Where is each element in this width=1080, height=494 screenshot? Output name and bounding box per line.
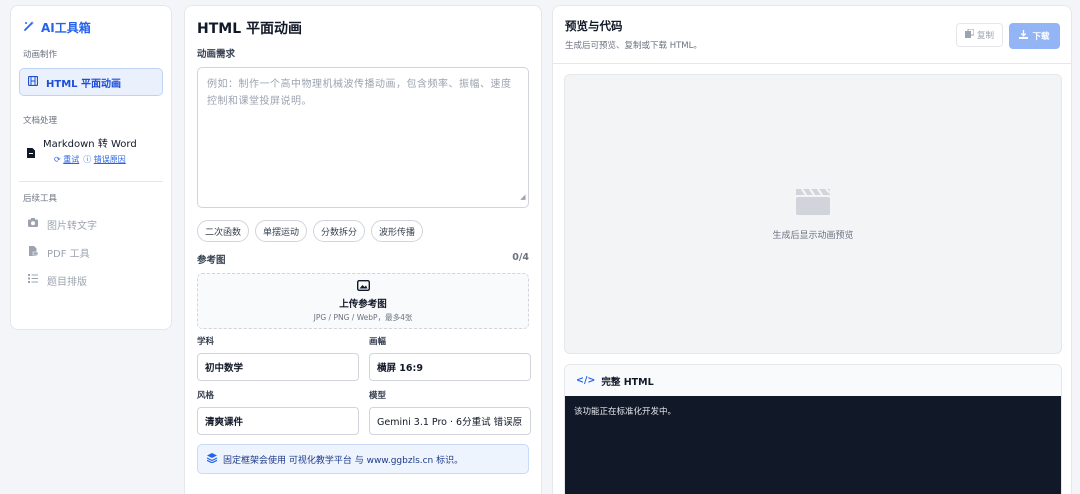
- copy-button[interactable]: 复制: [956, 23, 1003, 47]
- retry-link[interactable]: ⟳ 重试: [54, 154, 79, 165]
- brand[interactable]: AI工具箱: [23, 16, 163, 38]
- sidebar-item-label: 图片转文字: [47, 220, 97, 232]
- subject-label: 学科: [197, 337, 215, 347]
- image-icon: [356, 279, 370, 294]
- code-title: 完整 HTML: [601, 376, 654, 388]
- requirement-textarea[interactable]: 例如：制作一个高中物理机械波传播动画，包含频率、振幅、速度控制和课堂投屏说明。 …: [197, 67, 529, 208]
- sidebar-item-label: 题目排版: [47, 276, 87, 288]
- download-icon: [1019, 30, 1029, 42]
- style-label: 风格: [197, 391, 215, 401]
- sidebar-item-label: HTML 平面动画: [46, 78, 121, 90]
- code-card: </> 完整 HTML 该功能正在标准化开发中。: [564, 364, 1062, 494]
- sidebar-item-label: Markdown 转 Word: [43, 139, 137, 150]
- preview-panel: 预览与代码 生成后可预览、复制或下载 HTML。 复制 下载 生成后显示动画预览: [552, 5, 1072, 494]
- animation-preview-area: 生成后显示动画预览: [564, 74, 1062, 354]
- page-title: HTML 平面动画: [197, 21, 302, 37]
- sidebar-item-label: PDF 工具: [47, 248, 90, 260]
- chip-wave-propagation[interactable]: 波形传播: [371, 220, 424, 242]
- download-button[interactable]: 下载: [1009, 23, 1060, 49]
- copy-label: 复制: [976, 31, 994, 41]
- sidebar-item-question-layout: 题目排版: [19, 266, 163, 294]
- sidebar: AI工具箱 动画制作 HTML 平面动画 文档处理 Markdown 转 Wor…: [10, 5, 172, 330]
- reference-count: 0/4: [512, 252, 529, 263]
- camera-icon: [27, 218, 39, 230]
- preview-placeholder: 生成后显示动画预览: [772, 231, 854, 241]
- divider: [19, 181, 163, 182]
- section-animation: 动画制作: [23, 50, 58, 60]
- brand-title: AI工具箱: [41, 20, 91, 35]
- word-file-icon: [27, 148, 35, 165]
- style-select[interactable]: 清爽课件: [197, 407, 359, 435]
- animation-form: HTML 平面动画 动画需求 例如：制作一个高中物理机械波传播动画，包含频率、振…: [184, 5, 542, 494]
- framework-notice: 固定框架会使用 可视化教学平台 与 www.ggbzls.cn 标识。: [197, 444, 529, 474]
- ratio-label: 画幅: [369, 337, 387, 347]
- download-label: 下载: [1032, 32, 1050, 42]
- upload-reference-dropzone[interactable]: 上传参考图 JPG / PNG / WebP，最多4张: [197, 273, 529, 329]
- list-icon: [27, 274, 39, 286]
- code-output[interactable]: 该功能正在标准化开发中。: [565, 396, 1061, 494]
- chip-pendulum-motion[interactable]: 单摆运动: [255, 220, 308, 242]
- section-docs: 文档处理: [23, 116, 58, 126]
- code-icon: </>: [576, 375, 596, 386]
- resize-handle-icon[interactable]: ◢: [520, 189, 526, 206]
- sidebar-item-image-to-text: 图片转文字: [19, 210, 163, 238]
- requirement-label: 动画需求: [197, 49, 236, 60]
- model-label: 模型: [369, 391, 387, 401]
- requirement-placeholder: 例如：制作一个高中物理机械波传播动画，包含频率、振幅、速度控制和课堂投屏说明。: [207, 79, 512, 107]
- sidebar-item-pdf-tools: PDF 工具: [19, 238, 163, 266]
- error-reason-link[interactable]: ⓘ 错误原因: [83, 154, 126, 165]
- ratio-select[interactable]: 横屏 16:9: [369, 353, 531, 381]
- code-text: 该功能正在标准化开发中。: [574, 407, 677, 417]
- sidebar-item-markdown-to-word[interactable]: Markdown 转 Word ⟳ 重试 ⓘ 错误原因: [19, 138, 163, 165]
- pdf-file-icon: [27, 245, 39, 259]
- film-icon: [27, 75, 39, 89]
- clapperboard-icon: [796, 187, 831, 218]
- sidebar-item-html-animation[interactable]: HTML 平面动画: [19, 68, 163, 96]
- section-later: 后续工具: [23, 194, 58, 204]
- model-select[interactable]: Gemini 3.1 Pro · 6分重试 错误原: [369, 407, 531, 435]
- notice-text: 固定框架会使用 可视化教学平台 与 www.ggbzls.cn 标识。: [223, 455, 464, 466]
- upload-hint: JPG / PNG / WebP，最多4张: [313, 312, 413, 322]
- upload-title: 上传参考图: [339, 298, 387, 310]
- reference-image-label: 参考图: [197, 255, 226, 266]
- magic-wand-icon: [23, 20, 35, 35]
- chip-quadratic-function[interactable]: 二次函数: [197, 220, 250, 242]
- example-chips: 二次函数 单摆运动 分数拆分 波形传播: [197, 220, 529, 242]
- subject-select[interactable]: 初中数学: [197, 353, 359, 381]
- copy-icon: [964, 28, 975, 41]
- layers-icon: [206, 452, 218, 466]
- chip-fraction-split[interactable]: 分数拆分: [313, 220, 366, 242]
